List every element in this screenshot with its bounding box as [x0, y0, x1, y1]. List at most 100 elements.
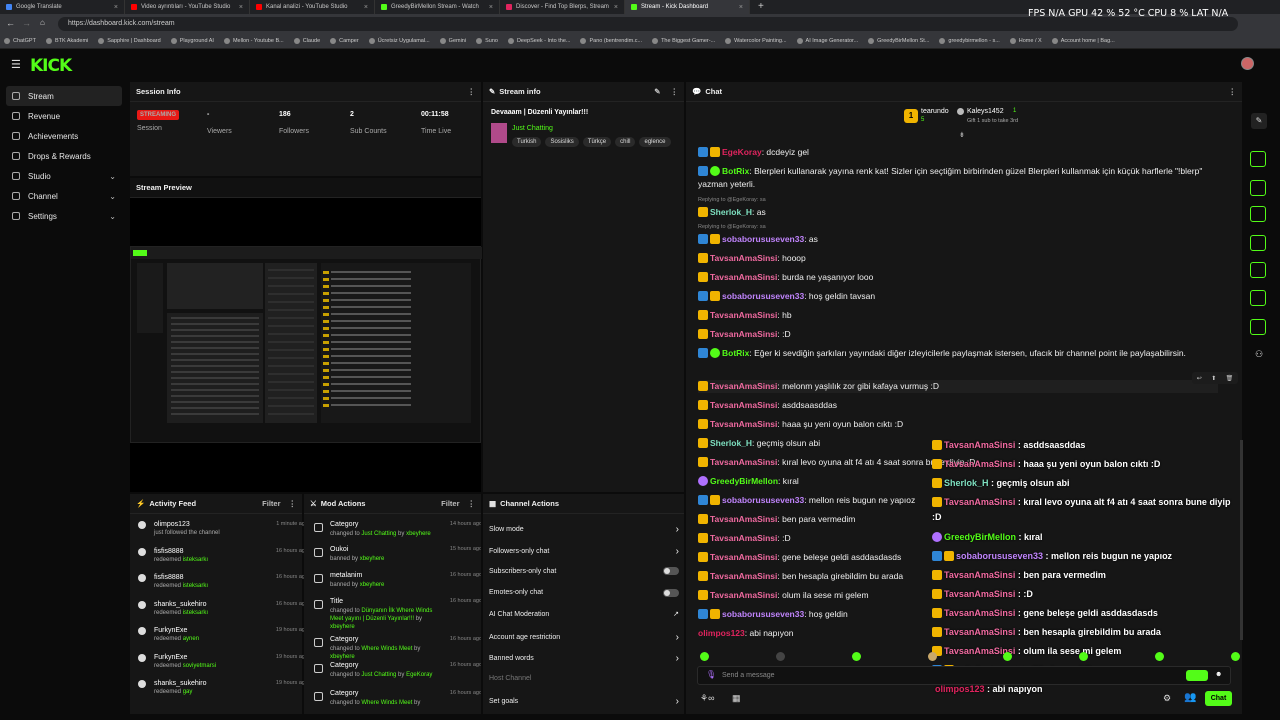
chevron-right-icon[interactable]: ›: [676, 632, 679, 643]
chat-username[interactable]: Sherlok_H: [710, 438, 752, 448]
edit-layout-icon[interactable]: ✎: [1251, 113, 1267, 129]
emote-icon[interactable]: [1079, 651, 1089, 661]
chat-username[interactable]: sobaborususeven33: [722, 291, 804, 301]
users-icon[interactable]: 👥: [1184, 692, 1196, 703]
chat-username[interactable]: sobaborususeven33: [722, 234, 804, 244]
more-icon[interactable]: ⋮: [468, 499, 476, 508]
emote-icon[interactable]: [1003, 651, 1013, 661]
sidebar-item-revenue[interactable]: Revenue: [6, 106, 122, 126]
chat-send-button[interactable]: Chat: [1205, 691, 1232, 706]
stream-tag[interactable]: Turkish: [512, 137, 542, 147]
channel-action-emotes-only-chat[interactable]: Emotes-only chat: [489, 588, 679, 597]
close-icon[interactable]: ×: [614, 4, 618, 11]
chat-message[interactable]: TavsanAmaSinsi: melonm yaşlılık zor gibi…: [698, 380, 1218, 393]
emote-icon[interactable]: [927, 651, 937, 661]
settings-icon[interactable]: ⚙: [1163, 693, 1171, 704]
browser-tab[interactable]: Stream - Kick Dashboard ×: [625, 0, 750, 14]
stream-tag[interactable]: Sosisliks: [545, 137, 579, 147]
browser-tab[interactable]: GreedyBirMellon Stream - Watch ×: [375, 0, 500, 14]
chat-username[interactable]: BotRix: [722, 166, 749, 176]
chevron-right-icon[interactable]: ›: [676, 653, 679, 664]
new-tab-icon[interactable]: +: [750, 0, 772, 14]
close-icon[interactable]: ×: [489, 4, 493, 11]
chevron-right-icon[interactable]: ›: [676, 696, 679, 707]
chevron-down-icon[interactable]: ⌄: [109, 192, 116, 201]
bookmark-item[interactable]: greedybirmellon - s...: [939, 38, 1000, 44]
chat-username[interactable]: TavsanAmaSinsi: [710, 310, 777, 320]
rail-tool-icon[interactable]: [1250, 180, 1266, 196]
rail-tool-icon[interactable]: [1250, 319, 1266, 335]
chat-message[interactable]: BotRix: Eğer ki sevdiğin şarkıları yayın…: [698, 347, 1218, 360]
bookmark-item[interactable]: Pano (bentrendim.c...: [580, 38, 642, 44]
bookmark-item[interactable]: Camper: [330, 38, 359, 44]
close-icon[interactable]: ×: [364, 4, 368, 11]
chat-username[interactable]: TavsanAmaSinsi: [710, 253, 777, 263]
channel-action-subscribers-only-chat[interactable]: Subscribers-only chat: [489, 567, 679, 575]
chat-username[interactable]: GreedyBirMellon: [710, 476, 778, 486]
chat-username[interactable]: TavsanAmaSinsi: [710, 272, 777, 282]
delete-icon[interactable]: 🗑: [1226, 375, 1234, 382]
forward-icon[interactable]: →: [22, 18, 31, 28]
chat-username[interactable]: TavsanAmaSinsi: [710, 400, 777, 410]
second-gifter-name[interactable]: Kaleys1452: [967, 108, 1004, 115]
chat-message[interactable]: Sherlok_H: as: [698, 206, 1218, 219]
emote-icon[interactable]: [851, 651, 861, 661]
filter-button[interactable]: Filter: [441, 499, 459, 508]
browser-tab[interactable]: Discover - Find Top Blerps, Stream ×: [500, 0, 625, 14]
collapse-icon[interactable]: ⇟: [959, 131, 965, 139]
chat-message[interactable]: TavsanAmaSinsi: asddsaasddas: [698, 399, 1218, 412]
widgets-icon[interactable]: ⚇: [1255, 349, 1263, 360]
chat-username[interactable]: TavsanAmaSinsi: [710, 419, 777, 429]
avatar[interactable]: [1241, 57, 1254, 70]
chat-username[interactable]: EgeKoray: [722, 147, 762, 157]
browser-tab[interactable]: Kanal analizi - YouTube Studio ×: [250, 0, 375, 14]
chat-username[interactable]: TavsanAmaSinsi: [710, 552, 777, 562]
back-icon[interactable]: ←: [6, 18, 15, 28]
url-field[interactable]: https://dashboard.kick.com/stream: [58, 17, 1238, 31]
bookmark-item[interactable]: DeepSeek - Into the...: [507, 38, 570, 44]
bookmark-item[interactable]: BTK Akademi: [45, 38, 88, 44]
rail-tool-icon[interactable]: [1250, 206, 1266, 222]
chat-username[interactable]: TavsanAmaSinsi: [710, 533, 777, 543]
chat-username[interactable]: TavsanAmaSinsi: [710, 571, 777, 581]
chat-message[interactable]: TavsanAmaSinsi: haaa şu yeni oyun balon …: [698, 418, 1218, 431]
channel-action-account-age-restriction[interactable]: Account age restriction ›: [489, 632, 679, 643]
edit-icon[interactable]: ✎: [654, 87, 660, 96]
toggle-switch[interactable]: [663, 567, 679, 575]
chevron-right-icon[interactable]: ›: [676, 524, 679, 535]
chat-username[interactable]: TavsanAmaSinsi: [710, 514, 777, 524]
reply-icon[interactable]: ↩: [1197, 375, 1202, 382]
emote-picker-icon[interactable]: [1186, 670, 1208, 681]
rail-tool-icon[interactable]: [1250, 262, 1266, 278]
chat-username[interactable]: TavsanAmaSinsi: [710, 329, 777, 339]
calendar-icon[interactable]: ▦: [732, 693, 741, 704]
bookmark-item[interactable]: AI Image Generator...: [796, 38, 858, 44]
more-icon[interactable]: ⋮: [671, 87, 679, 96]
more-icon[interactable]: ⋮: [1229, 87, 1237, 96]
bookmark-item[interactable]: Gemini: [439, 38, 466, 44]
emote-icon[interactable]: [775, 651, 785, 661]
chat-scrollbar[interactable]: [1240, 440, 1243, 640]
bookmark-item[interactable]: The Biggest Gamer-...: [652, 38, 715, 44]
more-icon[interactable]: ⋮: [468, 87, 476, 96]
close-icon[interactable]: ×: [114, 4, 118, 11]
bookmark-item[interactable]: Home / X: [1009, 38, 1042, 44]
sidebar-item-achievements[interactable]: Achievements: [6, 126, 122, 146]
bookmark-item[interactable]: Mellon - Youtube B...: [223, 38, 284, 44]
chat-message[interactable]: TavsanAmaSinsi: hb: [698, 309, 1218, 322]
bookmark-item[interactable]: Sapphire | Dashboard: [98, 38, 161, 44]
chat-message[interactable]: BotRix: Blerpleri kullanarak yayına renk…: [698, 165, 1218, 191]
channel-action-ai-chat-moderation[interactable]: AI Chat Moderation ↗: [489, 610, 679, 619]
chat-username[interactable]: TavsanAmaSinsi: [710, 590, 777, 600]
channel-action-slow-mode[interactable]: Slow mode ›: [489, 524, 679, 535]
preview-video[interactable]: [130, 198, 482, 492]
chat-username[interactable]: sobaborususeven33: [722, 609, 804, 619]
channel-action-set-goals[interactable]: Set goals ›: [489, 696, 679, 707]
pin-icon[interactable]: ⬆: [1211, 375, 1216, 382]
chat-username[interactable]: Sherlok_H: [710, 207, 752, 217]
stream-tag[interactable]: eglence: [639, 137, 671, 147]
rail-tool-icon[interactable]: [1250, 235, 1266, 251]
sidebar-item-drops-rewards[interactable]: Drops & Rewards: [6, 146, 122, 166]
bookmark-item[interactable]: Ücretsiz Uygulamal...: [368, 38, 430, 44]
stream-tag[interactable]: Türkçe: [582, 137, 612, 147]
